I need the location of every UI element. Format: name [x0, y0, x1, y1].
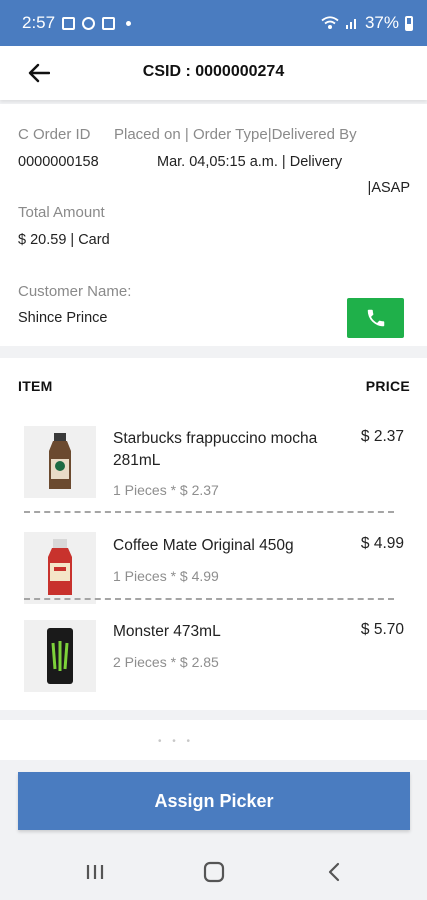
total-amount-value: $ 20.59 | Card	[18, 232, 110, 248]
product-name: Coffee Mate Original 450g	[113, 537, 294, 554]
item-divider	[24, 511, 394, 513]
recent-apps-button[interactable]	[75, 857, 115, 887]
nav-back-button[interactable]	[314, 857, 354, 887]
gallery-notification-icon	[62, 16, 76, 30]
calendar-notification-icon	[102, 16, 116, 30]
energy-drink-can-icon	[47, 628, 73, 684]
creamer-bottle-icon	[48, 539, 72, 595]
assign-picker-button[interactable]: Assign Picker	[18, 772, 410, 830]
product-price: $ 5.70	[360, 621, 404, 638]
phone-icon	[367, 309, 384, 327]
total-amount-label: Total Amount	[18, 204, 105, 221]
home-icon	[203, 861, 225, 883]
order-info-card: C Order ID Placed on | Order Type|Delive…	[0, 104, 427, 346]
status-time: 2:57	[22, 13, 56, 32]
product-name: Monster 473mL	[113, 623, 221, 640]
status-right: 37%	[321, 13, 413, 33]
product-quantity: 1 Pieces * $ 2.37	[113, 482, 219, 498]
item-divider	[24, 598, 394, 600]
recent-apps-icon	[86, 865, 104, 879]
home-button[interactable]	[194, 857, 234, 887]
back-chevron-icon	[328, 862, 340, 882]
order-meta-value-asap: |ASAP	[367, 180, 410, 196]
product-quantity: 1 Pieces * $ 4.99	[113, 568, 219, 584]
product-price: $ 4.99	[360, 535, 404, 552]
list-item: Starbucks frappuccino mocha 281mL 1 Piec…	[0, 424, 427, 514]
items-card: ITEM PRICE Starbucks frappuccino mocha 2…	[0, 358, 427, 710]
list-item: Coffee Mate Original 450g 1 Pieces * $ 4…	[0, 532, 427, 604]
extra-section-card: • • •	[0, 720, 427, 760]
order-meta-label: Placed on | Order Type|Delivered By	[114, 126, 357, 143]
order-meta-value: Mar. 04,05:15 a.m. | Delivery	[157, 154, 343, 170]
scroll-hint-dots: • • •	[158, 736, 195, 747]
status-left: 2:57	[22, 13, 132, 33]
system-nav-bar	[0, 843, 427, 900]
battery-icon	[405, 15, 413, 31]
product-quantity: 2 Pieces * $ 2.85	[113, 654, 219, 670]
customer-name-label: Customer Name:	[18, 283, 132, 300]
product-price: $ 2.37	[360, 428, 404, 445]
call-customer-button[interactable]	[347, 298, 404, 338]
battery-percent: 37%	[364, 13, 399, 32]
page-title: CSID : 0000000274	[142, 63, 285, 80]
more-notifications-icon	[126, 20, 132, 26]
product-image	[24, 532, 96, 604]
order-id-value: 0000000158	[18, 154, 99, 170]
product-image	[24, 620, 96, 692]
item-column-header: ITEM	[18, 378, 53, 394]
customer-name-value: Shince Prince	[18, 310, 108, 326]
order-id-label: C Order ID	[18, 126, 91, 143]
app-notification-icon	[82, 16, 96, 30]
price-column-header: PRICE	[365, 378, 410, 394]
frappuccino-bottle-icon	[49, 433, 71, 489]
app-bar: CSID : 0000000274	[0, 46, 427, 100]
status-bar: 2:57 37%	[0, 0, 427, 46]
signal-icon	[345, 19, 356, 29]
list-item: Monster 473mL 2 Pieces * $ 2.85 $ 5.70	[0, 620, 427, 696]
wifi-icon	[321, 16, 339, 29]
product-image	[24, 426, 96, 498]
product-name: Starbucks frappuccino mocha 281mL	[113, 430, 318, 469]
